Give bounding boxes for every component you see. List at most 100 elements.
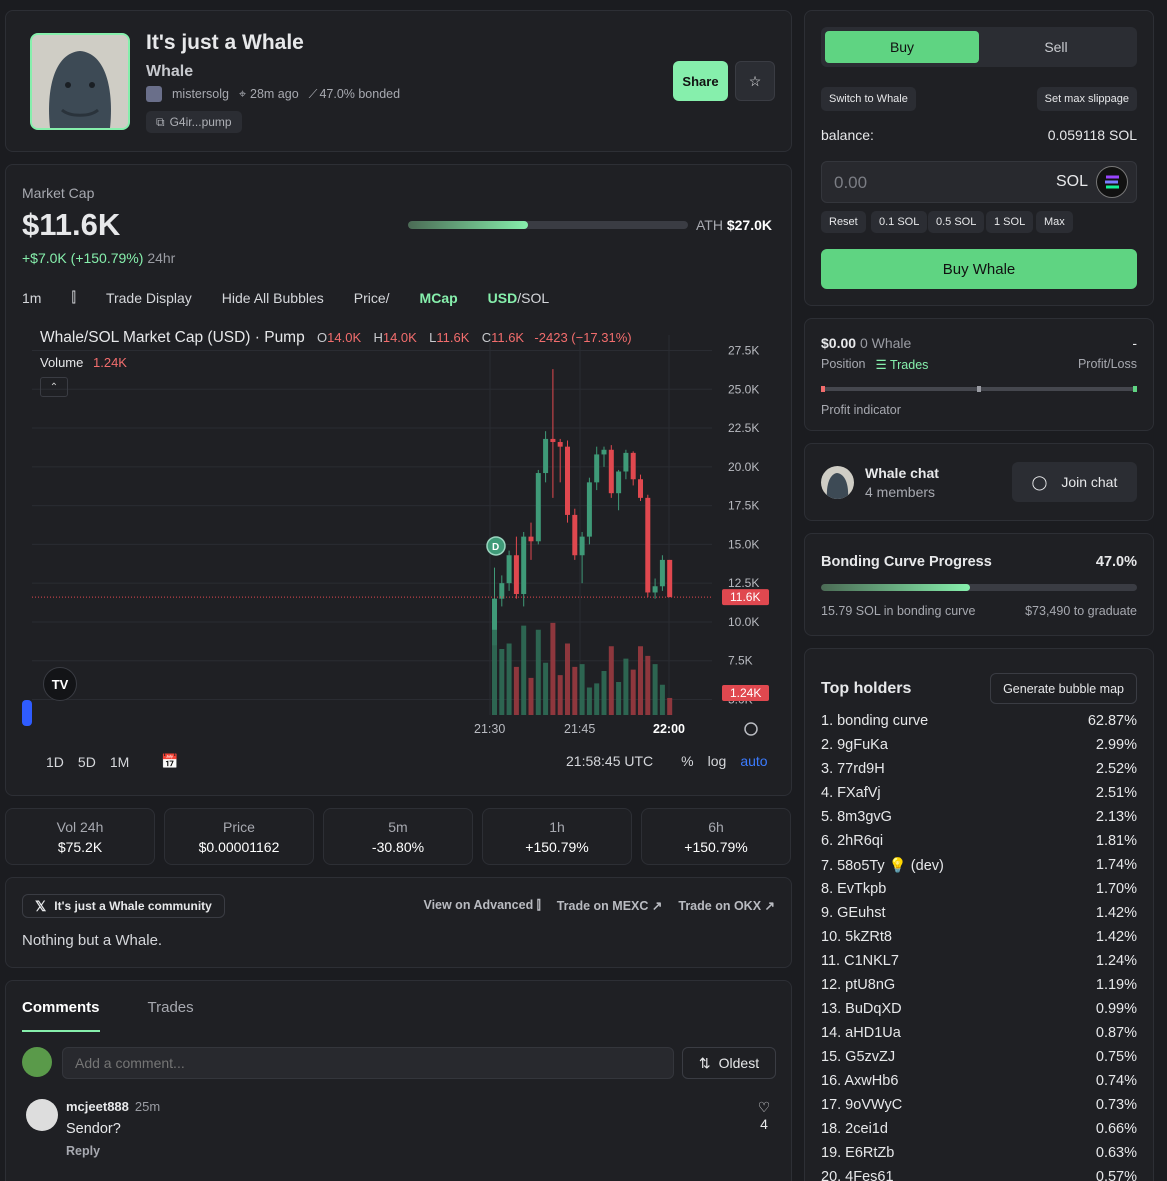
candlestick-chart[interactable]: 27.5K 25.0K 22.5K 20.0K 17.5K 15.0K 12.5K 10.0K… (22, 325, 777, 745)
holder-row[interactable]: 15. G5zvZJ 0.75% (821, 1049, 1137, 1065)
buy-token-button[interactable]: Buy Whale (821, 249, 1137, 289)
quick-max[interactable]: Max (1036, 211, 1073, 233)
holder-row[interactable]: 2. 9gFuKa 2.99% (821, 737, 1137, 753)
holder-name[interactable]: 19. E6RtZb (821, 1145, 894, 1161)
holder-row[interactable]: 5. 8m3gvG 2.13% (821, 809, 1137, 825)
switch-token-button[interactable]: Switch to Whale (821, 87, 916, 111)
creator-name[interactable]: mistersolg (172, 87, 229, 101)
holder-row[interactable]: 9. GEuhst 1.42% (821, 905, 1137, 921)
holder-row[interactable]: 1. bonding curve 62.87% (821, 713, 1137, 729)
comment-avatar[interactable] (26, 1099, 58, 1131)
quick-0-5-sol[interactable]: 0.5 SOL (928, 211, 985, 233)
reply-button[interactable]: Reply (66, 1144, 100, 1158)
holder-row[interactable]: 10. 5kZRt8 1.42% (821, 929, 1137, 945)
holder-name[interactable]: 2. 9gFuKa (821, 737, 888, 753)
heart-icon[interactable]: ♡ (754, 1099, 774, 1116)
log-scale[interactable]: log (708, 753, 727, 769)
view-advanced-link[interactable]: View on Advanced ⫿ (423, 898, 540, 913)
quick-1-sol[interactable]: 1 SOL (986, 211, 1034, 233)
holder-row[interactable]: 16. AxwHb6 0.74% (821, 1073, 1137, 1089)
holder-name[interactable]: 13. BuDqXD (821, 1001, 902, 1017)
tab-trades[interactable]: Trades (148, 999, 194, 1032)
holder-name[interactable]: 5. 8m3gvG (821, 809, 892, 825)
auto-scale[interactable]: auto (740, 753, 767, 769)
percent-scale[interactable]: % (681, 753, 693, 769)
holder-name[interactable]: 8. EvTkpb (821, 881, 886, 897)
holder-name[interactable]: 11. C1NKL7 (821, 953, 899, 969)
sort-button[interactable]: ⇅ Oldest (682, 1047, 776, 1079)
currency-toggle[interactable]: USD/SOL (488, 290, 579, 306)
range-1d[interactable]: 1D (46, 754, 64, 770)
comment-like[interactable]: ♡ 4 (754, 1099, 774, 1132)
holder-name[interactable]: 9. GEuhst (821, 905, 885, 921)
creator-avatar[interactable] (146, 86, 162, 102)
holder-row[interactable]: 14. aHD1Ua 0.87% (821, 1025, 1137, 1041)
contract-address-copy[interactable]: ⧉ G4ir...pump (146, 111, 242, 133)
hide-bubbles-button[interactable]: Hide All Bubbles (222, 290, 324, 306)
comment-username[interactable]: mcjeet888 (66, 1099, 129, 1114)
holder-name[interactable]: 10. 5kZRt8 (821, 929, 892, 945)
holder-name[interactable]: 16. AxwHb6 (821, 1073, 898, 1089)
trade-mexc-link[interactable]: Trade on MEXC ↗ (557, 898, 663, 913)
holder-row[interactable]: 4. FXafVj 2.51% (821, 785, 1137, 801)
holder-row[interactable]: 7. 58o5Ty 💡 (dev) 1.74% (821, 857, 1137, 874)
holder-row[interactable]: 19. E6RtZb 0.63% (821, 1145, 1137, 1161)
tab-comments[interactable]: Comments (22, 999, 100, 1032)
holder-name[interactable]: 17. 9oVWyC (821, 1097, 902, 1113)
holder-row[interactable]: 12. ptU8nG 1.19% (821, 977, 1137, 993)
buy-tab[interactable]: Buy (825, 31, 979, 63)
candle-type-icon[interactable]: ⫿ (71, 289, 75, 306)
holder-name[interactable]: 6. 2hR6qi (821, 833, 883, 849)
holder-name[interactable]: 1. bonding curve (821, 713, 928, 729)
x-community-link[interactable]: 𝕏 It's just a Whale community (22, 894, 225, 918)
price-mcap-toggle[interactable]: Price/MCap (354, 290, 458, 306)
holder-row[interactable]: 17. 9oVWyC 0.73% (821, 1097, 1137, 1113)
holder-name[interactable]: 15. G5zvZJ (821, 1049, 895, 1065)
holder-row[interactable]: 20. 4Fes61 0.57% (821, 1169, 1137, 1181)
sell-tab[interactable]: Sell (979, 31, 1133, 63)
bubble-map-button[interactable]: Generate bubble map (990, 673, 1137, 704)
interval-selector[interactable]: 1m (22, 290, 41, 306)
mcap-option[interactable]: MCap (420, 290, 458, 306)
price-option[interactable]: Price/ (354, 290, 390, 306)
amount-input[interactable]: 0.00 SOL (821, 161, 1137, 203)
comment-input[interactable] (62, 1047, 674, 1079)
slippage-button[interactable]: Set max slippage (1036, 87, 1137, 111)
favorite-star-icon[interactable]: ☆ (735, 61, 775, 101)
range-5d[interactable]: 5D (78, 754, 96, 770)
join-chat-button[interactable]: ◯ Join chat (1012, 462, 1137, 502)
holder-row[interactable]: 13. BuDqXD 0.99% (821, 1001, 1137, 1017)
holder-name[interactable]: 3. 77rd9H (821, 761, 885, 777)
utc-time[interactable]: 21:58:45 UTC (566, 753, 653, 769)
trade-display-button[interactable]: Trade Display (106, 290, 192, 306)
amount-value[interactable]: 0.00 (834, 173, 867, 193)
holder-row[interactable]: 6. 2hR6qi 1.81% (821, 833, 1137, 849)
holder-name[interactable]: 18. 2cei1d (821, 1121, 888, 1137)
current-price-tag: 11.6K (730, 590, 760, 604)
range-1m[interactable]: 1M (110, 754, 129, 770)
trade-okx-link[interactable]: Trade on OKX ↗ (678, 898, 775, 913)
calendar-goto-icon[interactable]: 📅 (161, 753, 178, 770)
holder-name[interactable]: 7. 58o5Ty 💡 (dev) (821, 857, 944, 874)
quick-0-1-sol[interactable]: 0.1 SOL (871, 211, 928, 233)
collapse-legend-chevron-up-icon[interactable]: ⌃ (40, 377, 68, 397)
drawing-toolbar-handle[interactable] (22, 700, 32, 726)
holder-row[interactable]: 18. 2cei1d 0.66% (821, 1121, 1137, 1137)
holder-row[interactable]: 3. 77rd9H 2.52% (821, 761, 1137, 777)
price-chart[interactable]: 27.5K 25.0K 22.5K 20.0K 17.5K 15.0K 12.5K 10.0K… (22, 325, 777, 745)
sol-option[interactable]: /SOL (517, 290, 549, 306)
solana-icon (1096, 166, 1128, 198)
token-image[interactable] (30, 33, 130, 130)
share-button[interactable]: Share (673, 61, 728, 101)
usd-option[interactable]: USD (488, 290, 518, 306)
holder-name[interactable]: 4. FXafVj (821, 785, 881, 801)
holder-row[interactable]: 8. EvTkpb 1.70% (821, 881, 1137, 897)
quick-reset[interactable]: Reset (821, 211, 866, 233)
holder-name[interactable]: 20. 4Fes61 (821, 1169, 894, 1181)
tradingview-logo[interactable]: TV (43, 667, 77, 701)
bonding-sol: 15.79 SOL in bonding curve (821, 604, 976, 618)
holder-name[interactable]: 14. aHD1Ua (821, 1025, 901, 1041)
holder-row[interactable]: 11. C1NKL7 1.24% (821, 953, 1137, 969)
holder-name[interactable]: 12. ptU8nG (821, 977, 895, 993)
trades-link[interactable]: ☰ Trades (875, 357, 928, 372)
